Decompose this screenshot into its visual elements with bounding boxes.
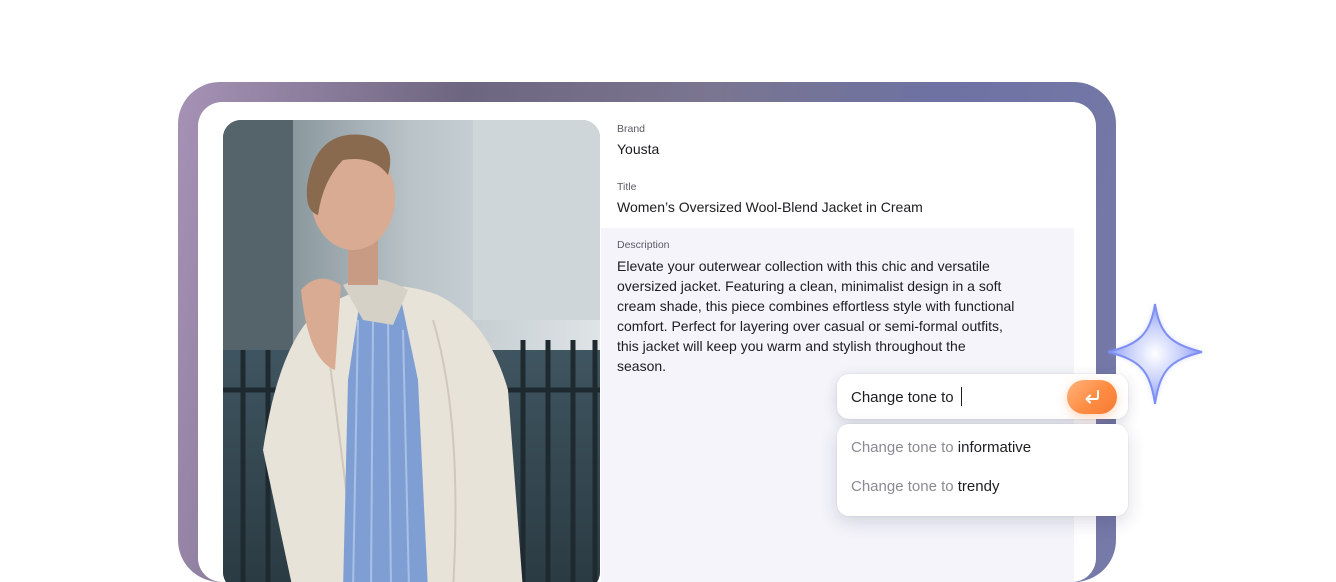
ai-command-input[interactable] [851, 386, 1066, 408]
suggestion-prefix: Change tone to [851, 439, 954, 456]
product-photo [223, 120, 600, 582]
text-caret [961, 387, 962, 406]
return-arrow-icon [1085, 390, 1099, 404]
ai-command-box [837, 374, 1128, 419]
ai-sparkle-icon [1107, 303, 1203, 405]
description-value[interactable]: Elevate your outerwear collection with t… [617, 256, 1017, 376]
suggestion-item-trendy[interactable]: Change tone to trendy [851, 478, 999, 500]
description-label: Description [617, 239, 670, 251]
title-value[interactable]: Women’s Oversized Wool-Blend Jacket in C… [617, 199, 923, 215]
brand-label: Brand [617, 123, 646, 135]
suggestion-prefix: Change tone to [851, 478, 954, 495]
suggestion-completion: informative [957, 439, 1032, 456]
title-label: Title [617, 181, 637, 193]
suggestion-dropdown: Change tone to informative Change tone t… [837, 424, 1128, 516]
brand-value[interactable]: Yousta [617, 141, 659, 157]
suggestion-completion: trendy [957, 478, 1000, 495]
suggestion-item-informative[interactable]: Change tone to informative [851, 439, 1031, 461]
model-photo-image [223, 120, 600, 582]
